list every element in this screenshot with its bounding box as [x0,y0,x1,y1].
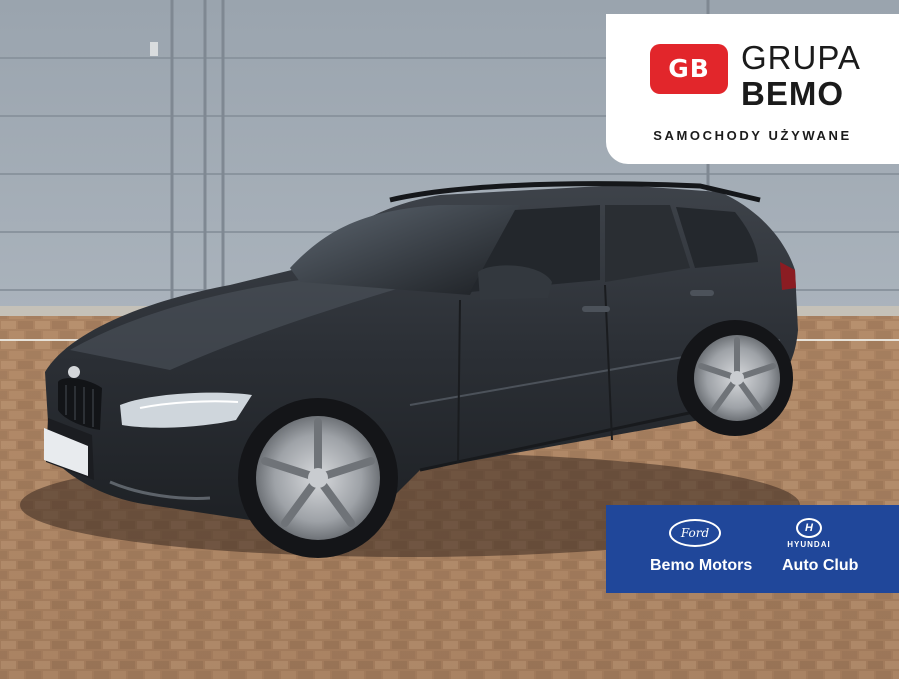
ford-logo-icon: Ford [669,519,721,547]
hyundai-logo-icon: H [796,518,822,538]
dealer-name-bemo-motors: Bemo Motors [650,557,753,574]
brand-tagline: SAMOCHODY UŻYWANE [653,128,852,143]
dealer-card: Ford H HYUNDAI Bemo Motors Auto Club [606,505,899,593]
brand-card: GB GRUPA BEMO SAMOCHODY UŻYWANE [606,14,899,164]
brand-logo: GB [650,44,728,94]
brand-name-line2: BEMO [741,75,844,112]
dealer-name-auto-club: Auto Club [782,557,859,574]
brand-name-line1: GRUPA [741,39,861,76]
hyundai-wordmark: HYUNDAI [787,540,831,549]
